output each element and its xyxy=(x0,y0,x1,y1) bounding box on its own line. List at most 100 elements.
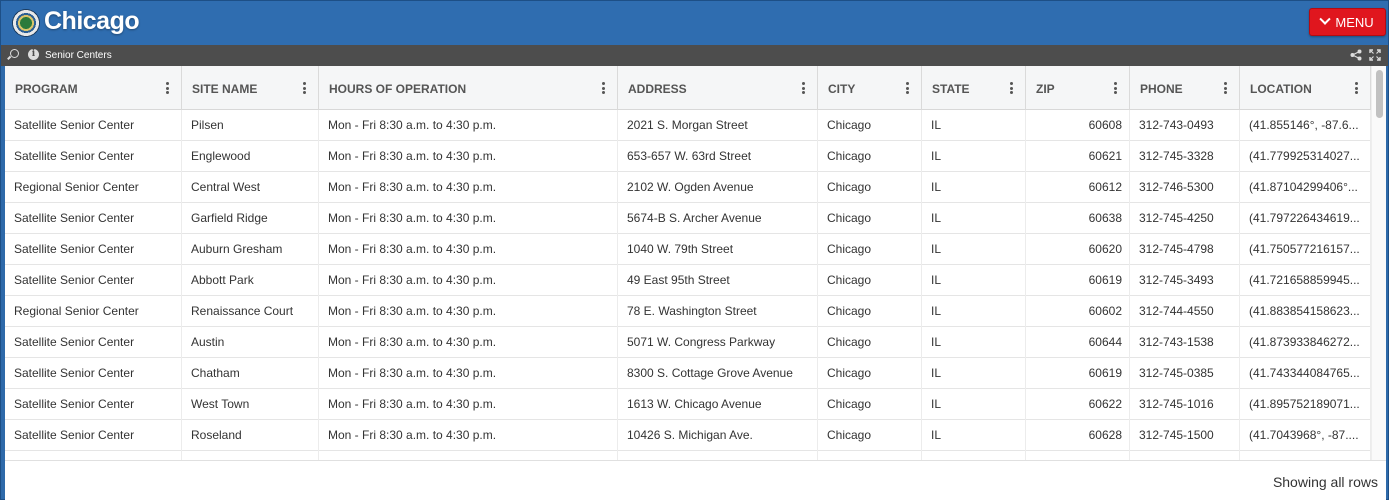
table-cell: 10426 S. Michigan Ave. xyxy=(618,420,818,451)
table-cell xyxy=(1240,451,1371,460)
column-header[interactable]: CITY xyxy=(818,66,922,110)
table-cell: 312-745-0385 xyxy=(1130,358,1240,389)
column-header[interactable]: PROGRAM xyxy=(5,66,182,110)
table-cell: IL xyxy=(922,358,1026,389)
column-header-label: PHONE xyxy=(1140,82,1183,96)
kebab-icon[interactable] xyxy=(1355,82,1358,94)
table-cell: 78 E. Washington Street xyxy=(618,296,818,327)
column-header[interactable]: ZIP xyxy=(1026,66,1130,110)
table-cell: 60619 xyxy=(1026,265,1130,296)
kebab-icon[interactable] xyxy=(1224,82,1227,94)
table-cell: Chicago xyxy=(818,203,922,234)
table-cell: 60622 xyxy=(1026,389,1130,420)
table-cell xyxy=(182,451,319,460)
table-cell: (41.721658859945... xyxy=(1240,265,1371,296)
table-cell: 312-745-1016 xyxy=(1130,389,1240,420)
table-cell: Satellite Senior Center xyxy=(5,265,182,296)
table-cell: 60644 xyxy=(1026,327,1130,358)
table-cell: IL xyxy=(922,141,1026,172)
kebab-icon[interactable] xyxy=(1114,82,1117,94)
table-cell: Mon - Fri 8:30 a.m. to 4:30 p.m. xyxy=(319,420,618,451)
kebab-icon[interactable] xyxy=(1010,82,1013,94)
table-cell: 312-743-1538 xyxy=(1130,327,1240,358)
table-cell: (41.895752189071... xyxy=(1240,389,1371,420)
table-cell: 312-745-4798 xyxy=(1130,234,1240,265)
table-cell: Satellite Senior Center xyxy=(5,358,182,389)
kebab-icon[interactable] xyxy=(166,82,169,94)
table-row[interactable]: Satellite Senior Center Auburn Gresham Mon… xyxy=(5,234,1371,265)
table-body: Satellite Senior Center Pilsen Mon - Fri 8… xyxy=(5,110,1371,460)
table-row[interactable]: Satellite Senior Center Pilsen Mon - Fri 8… xyxy=(5,110,1371,141)
column-header[interactable]: STATE xyxy=(922,66,1026,110)
table-cell: IL xyxy=(922,234,1026,265)
table-cell: Abbott Park xyxy=(182,265,319,296)
expand-icon[interactable] xyxy=(1369,49,1381,61)
table-row[interactable]: Satellite Senior Center Roseland Mon - Fri… xyxy=(5,420,1371,451)
table-row[interactable]: Regional Senior Center Central West Mon - … xyxy=(5,172,1371,203)
table-cell: 312-745-4250 xyxy=(1130,203,1240,234)
column-header[interactable]: ADDRESS xyxy=(618,66,818,110)
kebab-icon[interactable] xyxy=(602,82,605,94)
table-row[interactable]: Satellite Senior Center Austin Mon - Fri 8… xyxy=(5,327,1371,358)
table-cell: Garfield Ridge xyxy=(182,203,319,234)
table-cell: West Town xyxy=(182,389,319,420)
table-row[interactable]: Satellite Senior Center Englewood Mon - Fr… xyxy=(5,141,1371,172)
kebab-icon[interactable] xyxy=(906,82,909,94)
dataset-bar: i Senior Centers xyxy=(1,45,1388,66)
table-cell xyxy=(5,451,182,460)
column-header[interactable]: HOURS OF OPERATION xyxy=(319,66,618,110)
table-cell: 5071 W. Congress Parkway xyxy=(618,327,818,358)
table-cell: 312-744-4550 xyxy=(1130,296,1240,327)
table-cell: 653-657 W. 63rd Street xyxy=(618,141,818,172)
table-cell: Chicago xyxy=(818,420,922,451)
table-row[interactable]: Satellite Senior Center Garfield Ridge Mon… xyxy=(5,203,1371,234)
table-row[interactable]: Satellite Senior Center West Town Mon - Fr… xyxy=(5,389,1371,420)
table-cell: Mon - Fri 8:30 a.m. to 4:30 p.m. xyxy=(319,234,618,265)
table-cell: Chicago xyxy=(818,296,922,327)
scrollbar-thumb[interactable] xyxy=(1376,70,1383,118)
info-icon[interactable]: i xyxy=(28,49,39,60)
menu-button-label: MENU xyxy=(1335,14,1374,30)
kebab-icon[interactable] xyxy=(303,82,306,94)
table-cell: Satellite Senior Center xyxy=(5,420,182,451)
table-cell: IL xyxy=(922,296,1026,327)
table-row[interactable]: Satellite Senior Center Abbott Park Mon - … xyxy=(5,265,1371,296)
table-cell: Satellite Senior Center xyxy=(5,389,182,420)
table-cell: Satellite Senior Center xyxy=(5,327,182,358)
column-header-label: HOURS OF OPERATION xyxy=(329,82,467,96)
vertical-scrollbar[interactable] xyxy=(1371,66,1386,460)
table-cell: 2021 S. Morgan Street xyxy=(618,110,818,141)
column-header[interactable]: LOCATION xyxy=(1240,66,1371,110)
share-icon[interactable] xyxy=(1350,49,1362,61)
table-cell: Chicago xyxy=(818,265,922,296)
table-row[interactable]: Regional Senior Center Renaissance Court M… xyxy=(5,296,1371,327)
column-header-label: CITY xyxy=(828,82,856,96)
table-cell: Mon - Fri 8:30 a.m. to 4:30 p.m. xyxy=(319,203,618,234)
table-cell: (41.743344084765... xyxy=(1240,358,1371,389)
table-cell: 312-745-3328 xyxy=(1130,141,1240,172)
menu-button[interactable]: MENU xyxy=(1309,8,1386,36)
kebab-icon[interactable] xyxy=(802,82,805,94)
table-cell xyxy=(818,451,922,460)
column-header[interactable]: SITE NAME xyxy=(182,66,319,110)
table-cell: 1040 W. 79th Street xyxy=(618,234,818,265)
table-cell: Roseland xyxy=(182,420,319,451)
table-cell xyxy=(922,451,1026,460)
table-cell: IL xyxy=(922,327,1026,358)
table-cell: 5674-B S. Archer Avenue xyxy=(618,203,818,234)
table-cell: Central West xyxy=(182,172,319,203)
table-cell: Chicago xyxy=(818,172,922,203)
table-row[interactable] xyxy=(5,451,1371,460)
table-cell: (41.750577216157... xyxy=(1240,234,1371,265)
brand-title[interactable]: Chicago xyxy=(44,7,140,36)
table-row[interactable]: Satellite Senior Center Chatham Mon - Fri … xyxy=(5,358,1371,389)
table-cell: 60621 xyxy=(1026,141,1130,172)
table-cell: IL xyxy=(922,420,1026,451)
column-header[interactable]: PHONE xyxy=(1130,66,1240,110)
chevron-down-icon xyxy=(1319,13,1332,25)
chicago-seal-icon[interactable] xyxy=(12,9,40,37)
table-cell: Englewood xyxy=(182,141,319,172)
table-cell: Chicago xyxy=(818,141,922,172)
search-icon[interactable] xyxy=(10,49,19,58)
table-cell: Chicago xyxy=(818,389,922,420)
